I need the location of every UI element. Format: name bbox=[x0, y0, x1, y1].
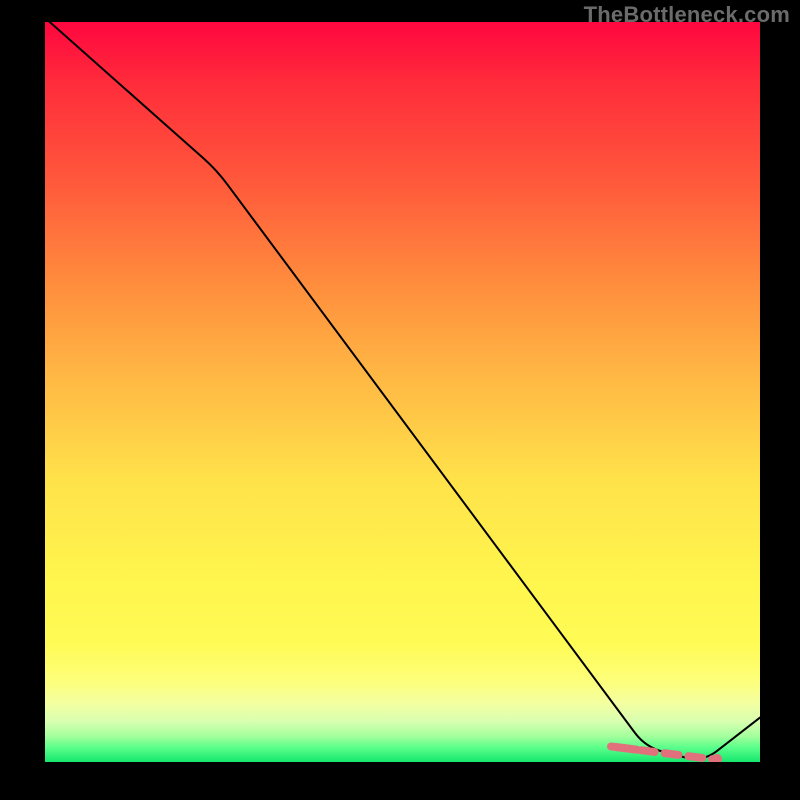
chart-layer bbox=[45, 22, 760, 762]
highlight-end-dot bbox=[712, 754, 722, 762]
chart-frame: { "watermark": "TheBottleneck.com", "col… bbox=[0, 0, 800, 800]
plot-svg bbox=[45, 22, 760, 762]
plot-area bbox=[45, 22, 760, 762]
highlight-dashed-stub bbox=[611, 746, 637, 749]
bottleneck-curve bbox=[45, 22, 760, 759]
watermark-text: TheBottleneck.com bbox=[584, 2, 790, 28]
